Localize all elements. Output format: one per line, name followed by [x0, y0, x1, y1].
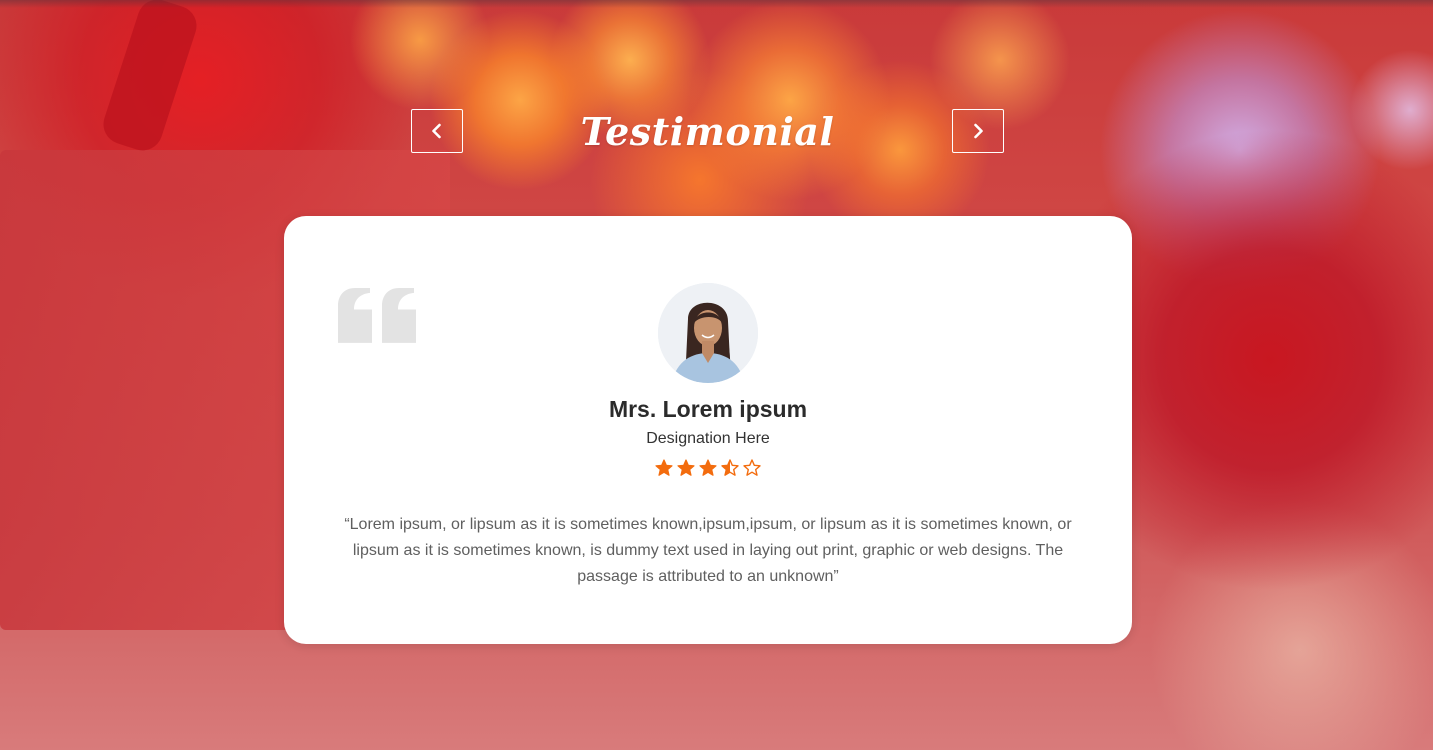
- star-full-icon: [677, 459, 695, 477]
- star-full-icon: [655, 459, 673, 477]
- designation: Designation Here: [646, 430, 770, 447]
- chevron-right-icon: [969, 122, 987, 140]
- quote-icon: [338, 286, 418, 346]
- background-ribbon: [98, 0, 202, 156]
- testimonial-header: Testimonial: [411, 109, 1004, 155]
- star-full-icon: [699, 459, 717, 477]
- star-empty-icon: [743, 459, 761, 477]
- avatar: [658, 283, 758, 383]
- section-title: Testimonial: [580, 109, 835, 154]
- rating-stars: [284, 459, 1132, 481]
- star-half-icon: [721, 459, 739, 477]
- testimonial-card: Mrs. Lorem ipsum Designation Here “Lorem…: [284, 216, 1132, 644]
- top-shade: [0, 0, 1433, 8]
- person-name: Mrs. Lorem ipsum: [608, 396, 808, 422]
- next-button[interactable]: [952, 109, 1004, 153]
- review-text: “Lorem ipsum, or lipsum as it is sometim…: [344, 516, 1072, 585]
